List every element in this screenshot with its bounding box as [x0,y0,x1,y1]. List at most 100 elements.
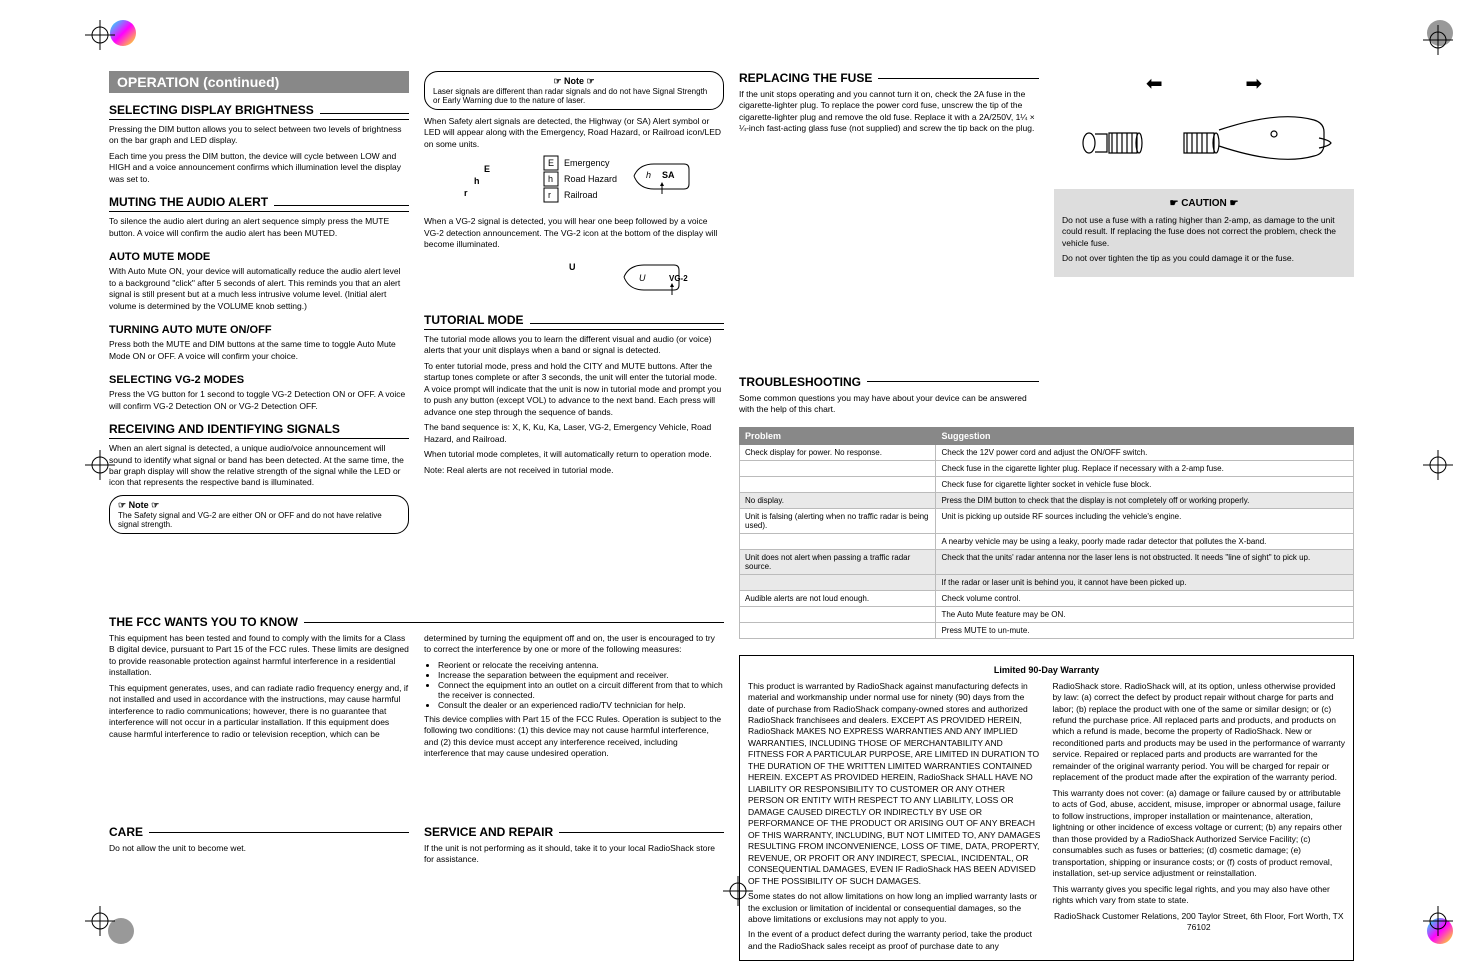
auto-mute-heading: AUTO MUTE MODE [109,251,409,263]
table-row: The Auto Mute feature may be ON. [740,607,1354,623]
body-text: If the unit is not performing as it shou… [424,843,724,866]
vg2-icon-diagram: U U VG-2 [424,255,724,303]
cell-problem: Audible alerts are not loud enough. [740,591,936,607]
troubleshooting-table-wrap: Problem Suggestion Check display for pow… [739,421,1354,639]
warranty-box: Limited 90-Day Warranty This product is … [739,655,1354,961]
svg-text:Road Hazard: Road Hazard [564,174,617,184]
cell-problem [740,477,936,493]
cell-suggestion: Check fuse for cigarette lighter socket … [936,477,1354,493]
cell-problem [740,461,936,477]
crop-mark-icon [1423,450,1453,480]
svg-text:SA: SA [662,170,675,180]
svg-text:Emergency: Emergency [564,158,610,168]
fcc-heading: THE FCC WANTS YOU TO KNOW [109,615,724,629]
list-item: Consult the dealer or an experienced rad… [438,700,724,710]
care-section: CARE Do not allow the unit to become wet… [109,811,409,858]
svg-text:Railroad: Railroad [564,190,598,200]
selecting-brightness-heading: SELECTING DISPLAY BRIGHTNESS [109,103,409,120]
body-text: When a VG-2 signal is detected, you will… [424,216,724,250]
caution-text: Do not use a fuse with a rating higher t… [1062,215,1346,249]
heading-text: THE FCC WANTS YOU TO KNOW [109,615,298,629]
cell-suggestion: Check that the units' radar antenna nor … [936,550,1354,575]
warranty-text: This product is warranted by RadioShack … [748,681,1041,887]
service-section: SERVICE AND REPAIR If the unit is not pe… [424,811,724,870]
rule-line [304,622,724,623]
cell-problem: Unit is falsing (alerting when no traffi… [740,509,936,534]
rule-line [320,113,409,114]
body-text: This equipment has been tested and found… [109,633,409,679]
cell-problem [740,575,936,591]
note-text: The Safety signal and VG-2 are either ON… [118,511,400,529]
svg-text:U: U [639,273,646,283]
body-text: This device complies with Part 15 of the… [424,714,724,760]
table-row: Press MUTE to un-mute. [740,623,1354,639]
crop-mark-icon [1423,906,1453,936]
e-icon: E [548,158,554,168]
note-label: ☞ Note ☞ [118,500,159,510]
tutorial-mode-heading: TUTORIAL MODE [424,313,724,330]
heading-text: REPLACING THE FUSE [739,71,872,85]
table-row: Unit does not alert when passing a traff… [740,550,1354,575]
cell-suggestion: Press the DIM button to check that the d… [936,493,1354,509]
service-heading: SERVICE AND REPAIR [424,825,724,839]
list-item: Reorient or relocate the receiving anten… [438,660,724,670]
rule-line [274,205,409,206]
list-item: Connect the equipment into an outlet on … [438,680,724,700]
heading-text: SELECTING DISPLAY BRIGHTNESS [109,103,314,117]
note-callout: ☞ Note ☞ The Safety signal and VG-2 are … [109,495,409,534]
turning-auto-mute-heading: TURNING AUTO MUTE ON/OFF [109,324,409,336]
rule-line [867,381,1039,382]
heading-text: CARE [109,825,143,839]
crop-mark-icon [723,876,753,909]
rule-line [559,832,724,833]
cell-suggestion: Check the 12V power cord and adjust the … [936,445,1354,461]
warranty-address: RadioShack Customer Relations, 200 Taylo… [1053,911,1346,934]
table-row: Audible alerts are not loud enough.Check… [740,591,1354,607]
fcc-bullet-list: Reorient or relocate the receiving anten… [424,660,724,710]
note-text: Laser signals are different than radar s… [433,87,715,105]
warranty-text: Some states do not allow limitations on … [748,891,1041,925]
rule-line [530,323,724,324]
fuse-heading: REPLACING THE FUSE [739,71,1039,85]
arrow-left-icon: ⬅ [1146,73,1163,95]
table-row: No display.Press the DIM button to check… [740,493,1354,509]
heading-text: SERVICE AND REPAIR [424,825,553,839]
caution-text: Do not over tighten the tip as you could… [1062,253,1346,264]
body-text: The tutorial mode allows you to learn th… [424,334,724,357]
h-icon: h [548,174,553,184]
cell-suggestion: A nearby vehicle may be using a leaky, p… [936,534,1354,550]
table-row: A nearby vehicle may be using a leaky, p… [740,534,1354,550]
table-row: Check fuse for cigarette lighter socket … [740,477,1354,493]
body-text: Do not allow the unit to become wet. [109,843,409,854]
troubleshooting-table: Problem Suggestion Check display for pow… [739,427,1354,639]
table-row: Check display for power. No response.Che… [740,445,1354,461]
warranty-heading: Limited 90-Day Warranty [748,664,1345,677]
cell-problem [740,607,936,623]
cell-suggestion: Check fuse in the cigarette lighter plug… [936,461,1354,477]
cell-suggestion: Check volume control. [936,591,1354,607]
col-header-suggestion: Suggestion [936,428,1354,445]
table-row: Check fuse in the cigarette lighter plug… [740,461,1354,477]
fuse-diagram [1054,98,1354,181]
cell-suggestion: Press MUTE to un-mute. [936,623,1354,639]
cell-problem: Unit does not alert when passing a traff… [740,550,936,575]
rule-line [878,78,1039,79]
body-text: When tutorial mode completes, it will au… [424,449,724,460]
warranty-text: This warranty does not cover: (a) damage… [1053,788,1346,880]
care-heading: CARE [109,825,409,839]
cell-suggestion: The Auto Mute feature may be ON. [936,607,1354,623]
warranty-box-wrap: Limited 90-Day Warranty This product is … [739,641,1354,961]
body-text: Press the VG button for 1 second to togg… [109,389,409,412]
warranty-text: This warranty gives you specific legal r… [1053,884,1346,907]
body-text: Note: Real alerts are not received in tu… [424,465,724,476]
body-text: Some common questions you may have about… [739,393,1039,416]
table-row: Unit is falsing (alerting when no traffi… [740,509,1354,534]
body-text: When Safety alert signals are detected, … [424,116,724,150]
svg-text:U: U [569,262,576,272]
svg-text:VG-2: VG-2 [669,274,688,283]
heading-text: MUTING THE AUDIO ALERT [109,195,268,209]
note-callout: ☞ Note ☞ Laser signals are different tha… [424,71,724,110]
svg-text:h: h [474,176,480,186]
fuse-arrows: ⬅ ➡ [1054,71,1354,96]
body-text: When an alert signal is detected, a uniq… [109,443,409,489]
